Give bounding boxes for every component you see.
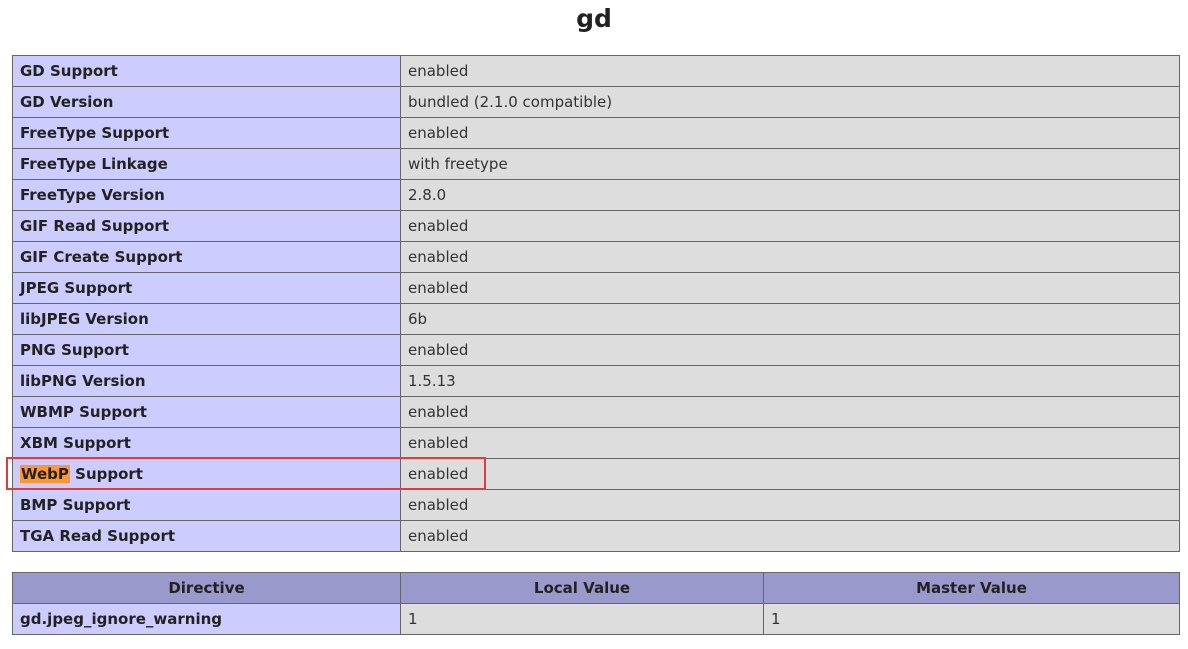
row-value: enabled xyxy=(400,489,1180,521)
row-value: enabled xyxy=(400,117,1180,149)
row-value: enabled xyxy=(400,334,1180,366)
local-value: 1 xyxy=(400,603,764,635)
table-row: FreeType Version 2.8.0 xyxy=(12,179,1180,211)
row-value: enabled xyxy=(400,272,1180,304)
row-key-rest: Support xyxy=(69,465,143,483)
table-row: GIF Create Support enabled xyxy=(12,241,1180,273)
table-row: GIF Read Support enabled xyxy=(12,210,1180,242)
module-title: gd xyxy=(576,4,612,33)
column-header-directive: Directive xyxy=(12,572,401,604)
table-row-webp: WebP Support enabled xyxy=(12,458,1180,490)
gd-info-table: GD Support enabled GD Version bundled (2… xyxy=(12,55,1180,552)
row-key: JPEG Support xyxy=(12,272,401,304)
row-key: FreeType Version xyxy=(12,179,401,211)
row-key: libPNG Version xyxy=(12,365,401,397)
table-row: TGA Read Support enabled xyxy=(12,520,1180,552)
table-row: FreeType Linkage with freetype xyxy=(12,148,1180,180)
row-key: libJPEG Version xyxy=(12,303,401,335)
row-value: 6b xyxy=(400,303,1180,335)
row-value: 1.5.13 xyxy=(400,365,1180,397)
row-value: bundled (2.1.0 compatible) xyxy=(400,86,1180,118)
row-value: enabled xyxy=(400,55,1180,87)
table-row: GD Support enabled xyxy=(12,55,1180,87)
directive-name: gd.jpeg_ignore_warning xyxy=(12,603,401,635)
row-key: GD Support xyxy=(12,55,401,87)
row-value: enabled xyxy=(400,396,1180,428)
row-key: BMP Support xyxy=(12,489,401,521)
column-header-local-value: Local Value xyxy=(400,572,764,604)
table-row: PNG Support enabled xyxy=(12,334,1180,366)
row-key: GIF Read Support xyxy=(12,210,401,242)
search-highlight: WebP xyxy=(20,465,70,483)
row-value: enabled xyxy=(400,427,1180,459)
column-header-master-value: Master Value xyxy=(763,572,1180,604)
row-key: TGA Read Support xyxy=(12,520,401,552)
row-key: GIF Create Support xyxy=(12,241,401,273)
table-row: libPNG Version 1.5.13 xyxy=(12,365,1180,397)
row-key: WebP Support xyxy=(12,458,401,490)
master-value: 1 xyxy=(763,603,1180,635)
table-row: gd.jpeg_ignore_warning 1 1 xyxy=(12,603,1180,635)
table-row: libJPEG Version 6b xyxy=(12,303,1180,335)
table-row: FreeType Support enabled xyxy=(12,117,1180,149)
row-value: enabled xyxy=(400,520,1180,552)
row-value: enabled xyxy=(400,210,1180,242)
table-row: XBM Support enabled xyxy=(12,427,1180,459)
row-key: WBMP Support xyxy=(12,396,401,428)
table-row: WBMP Support enabled xyxy=(12,396,1180,428)
row-key: PNG Support xyxy=(12,334,401,366)
row-value: 2.8.0 xyxy=(400,179,1180,211)
row-key: GD Version xyxy=(12,86,401,118)
row-key: FreeType Support xyxy=(12,117,401,149)
directive-table: Directive Local Value Master Value gd.jp… xyxy=(12,572,1180,635)
row-value: enabled xyxy=(400,241,1180,273)
table-header-row: Directive Local Value Master Value xyxy=(12,572,1180,604)
table-row: BMP Support enabled xyxy=(12,489,1180,521)
row-key: XBM Support xyxy=(12,427,401,459)
row-value: enabled xyxy=(400,458,1180,490)
row-key: FreeType Linkage xyxy=(12,148,401,180)
row-value: with freetype xyxy=(400,148,1180,180)
table-row: JPEG Support enabled xyxy=(12,272,1180,304)
table-row: GD Version bundled (2.1.0 compatible) xyxy=(12,86,1180,118)
